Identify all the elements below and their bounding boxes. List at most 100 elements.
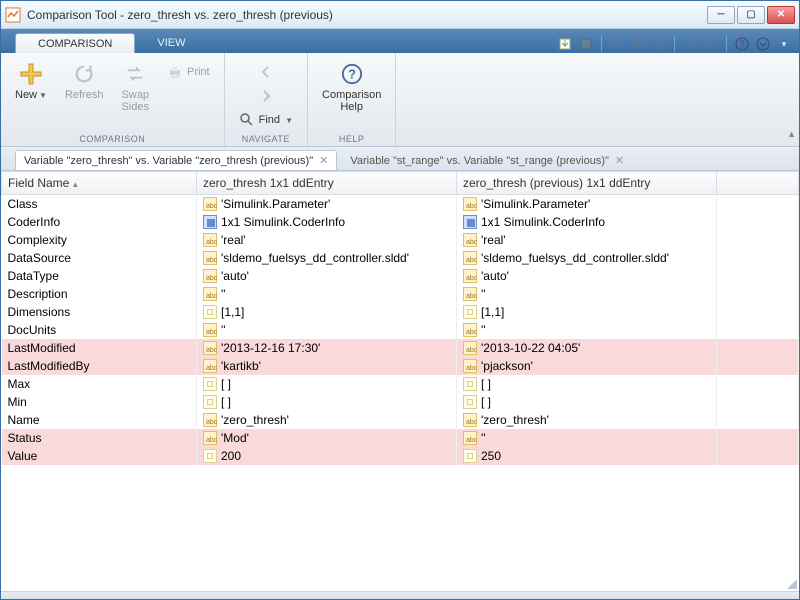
print-icon (167, 64, 183, 80)
print-button[interactable]: Print (161, 61, 216, 83)
table-row[interactable]: Value 200 250 (2, 447, 799, 465)
resize-grip-icon[interactable] (787, 579, 797, 589)
type-icon: abc (203, 341, 217, 355)
cell-value: 'auto' (481, 269, 509, 283)
window-buttons: ─ ▢ ✕ (707, 6, 795, 24)
svg-text:abc: abc (466, 437, 478, 444)
table-row[interactable]: Max[ ][ ] (2, 375, 799, 393)
svg-text:abc: abc (206, 365, 218, 372)
right-cell: abc'auto' (457, 267, 717, 285)
tab-close-icon[interactable]: ✕ (615, 154, 624, 167)
left-cell: abc'sldemo_fuelsys_dd_controller.sldd' (197, 249, 457, 267)
type-icon (463, 215, 477, 229)
svg-text:abc: abc (466, 293, 478, 300)
find-button[interactable]: Find ▼ (233, 109, 299, 131)
minimize-button[interactable]: ─ (707, 6, 735, 24)
svg-text:abc: abc (206, 257, 218, 264)
svg-text:abc: abc (206, 437, 218, 444)
doc-tab-st-range[interactable]: Variable "st_range" vs. Variable "st_ran… (341, 150, 633, 170)
swap-sides-button[interactable]: Swap Sides (115, 57, 155, 117)
svg-text:abc: abc (466, 239, 478, 246)
qa-dropdown-icon[interactable] (754, 35, 772, 53)
col-left[interactable]: zero_thresh 1x1 ddEntry (197, 172, 457, 195)
svg-text:abc: abc (206, 419, 218, 426)
ribbon-tab-comparison[interactable]: COMPARISON (15, 33, 135, 53)
cell-value: '' (221, 323, 226, 337)
cell-value: 'kartikb' (221, 359, 261, 373)
qa-divider (726, 36, 727, 52)
right-cell: abc'real' (457, 231, 717, 249)
right-cell: abc'' (457, 321, 717, 339)
app-window: Comparison Tool - zero_thresh vs. zero_t… (0, 0, 800, 600)
qa-help-icon[interactable]: ? (733, 35, 751, 53)
field-cell: Value (2, 447, 197, 465)
cell-value: 'zero_thresh' (221, 413, 289, 427)
type-icon (203, 305, 217, 319)
spacer-cell (717, 213, 799, 231)
cell-value: 250 (481, 449, 501, 463)
svg-text:abc: abc (206, 329, 218, 336)
ribbon-tab-view[interactable]: VIEW (135, 33, 207, 53)
statusbar (1, 591, 799, 599)
cell-value: '' (481, 323, 486, 337)
right-cell: abc'2013-10-22 04:05' (457, 339, 717, 357)
field-cell: Description (2, 285, 197, 303)
cell-value: '' (481, 287, 486, 301)
cell-value: 200 (221, 449, 241, 463)
field-cell: LastModified (2, 339, 197, 357)
table-row[interactable]: LastModifiedabc'2013-12-16 17:30'abc'201… (2, 339, 799, 357)
table-row[interactable]: Statusabc'Mod'abc'' (2, 429, 799, 447)
table-row[interactable]: Dimensions[1,1][1,1] (2, 303, 799, 321)
spacer-cell (717, 249, 799, 267)
doc-tab-zero-thresh[interactable]: Variable "zero_thresh" vs. Variable "zer… (15, 150, 337, 170)
close-button[interactable]: ✕ (767, 6, 795, 24)
qa-undo-icon (681, 35, 699, 53)
table-row[interactable]: DocUnitsabc''abc'' (2, 321, 799, 339)
qa-export-icon[interactable] (556, 35, 574, 53)
spacer-cell (717, 411, 799, 429)
type-icon: abc (463, 359, 477, 373)
new-button[interactable]: New▼ (9, 57, 53, 105)
table-row[interactable]: Min[ ][ ] (2, 393, 799, 411)
refresh-button[interactable]: Refresh (59, 57, 110, 105)
titlebar: Comparison Tool - zero_thresh vs. zero_t… (1, 1, 799, 29)
table-header-row: Field Name▲ zero_thresh 1x1 ddEntry zero… (2, 172, 799, 195)
table-row[interactable]: Descriptionabc''abc'' (2, 285, 799, 303)
table-row[interactable]: CoderInfo1x1 Simulink.CoderInfo1x1 Simul… (2, 213, 799, 231)
cell-value: 'real' (481, 233, 506, 247)
comparison-help-button[interactable]: ? Comparison Help (316, 57, 387, 117)
field-cell: DataSource (2, 249, 197, 267)
table-row[interactable]: Nameabc'zero_thresh'abc'zero_thresh' (2, 411, 799, 429)
table-row[interactable]: Complexityabc'real'abc'real' (2, 231, 799, 249)
type-icon: abc (203, 359, 217, 373)
qa-overflow-icon[interactable]: ▾ (775, 35, 793, 53)
type-icon (203, 449, 217, 463)
field-cell: Name (2, 411, 197, 429)
table-row[interactable]: LastModifiedByabc'kartikb'abc'pjackson' (2, 357, 799, 375)
table-row[interactable]: DataSourceabc'sldemo_fuelsys_dd_controll… (2, 249, 799, 267)
spacer-cell (717, 375, 799, 393)
col-field-name[interactable]: Field Name▲ (2, 172, 197, 195)
field-cell: CoderInfo (2, 213, 197, 231)
type-icon (463, 377, 477, 391)
refresh-icon (71, 61, 97, 87)
tab-close-icon[interactable]: ✕ (319, 154, 328, 167)
field-cell: DataType (2, 267, 197, 285)
document-tabs: Variable "zero_thresh" vs. Variable "zer… (1, 147, 799, 171)
arrow-right-icon (258, 88, 274, 104)
left-cell: abc'2013-12-16 17:30' (197, 339, 457, 357)
left-cell: abc'Simulink.Parameter' (197, 195, 457, 214)
window-title: Comparison Tool - zero_thresh vs. zero_t… (27, 8, 707, 22)
nav-prev-button[interactable] (233, 61, 299, 83)
table-row[interactable]: Classabc'Simulink.Parameter'abc'Simulink… (2, 195, 799, 214)
qa-save-icon (577, 35, 595, 53)
spacer-cell (717, 231, 799, 249)
table-row[interactable]: DataTypeabc'auto'abc'auto' (2, 267, 799, 285)
nav-next-button[interactable] (233, 85, 299, 107)
ribbon-collapse-icon[interactable]: ▲ (787, 129, 796, 139)
right-cell: abc'Simulink.Parameter' (457, 195, 717, 214)
qa-cut-icon (608, 35, 626, 53)
spacer-cell (717, 339, 799, 357)
maximize-button[interactable]: ▢ (737, 6, 765, 24)
col-right[interactable]: zero_thresh (previous) 1x1 ddEntry (457, 172, 717, 195)
